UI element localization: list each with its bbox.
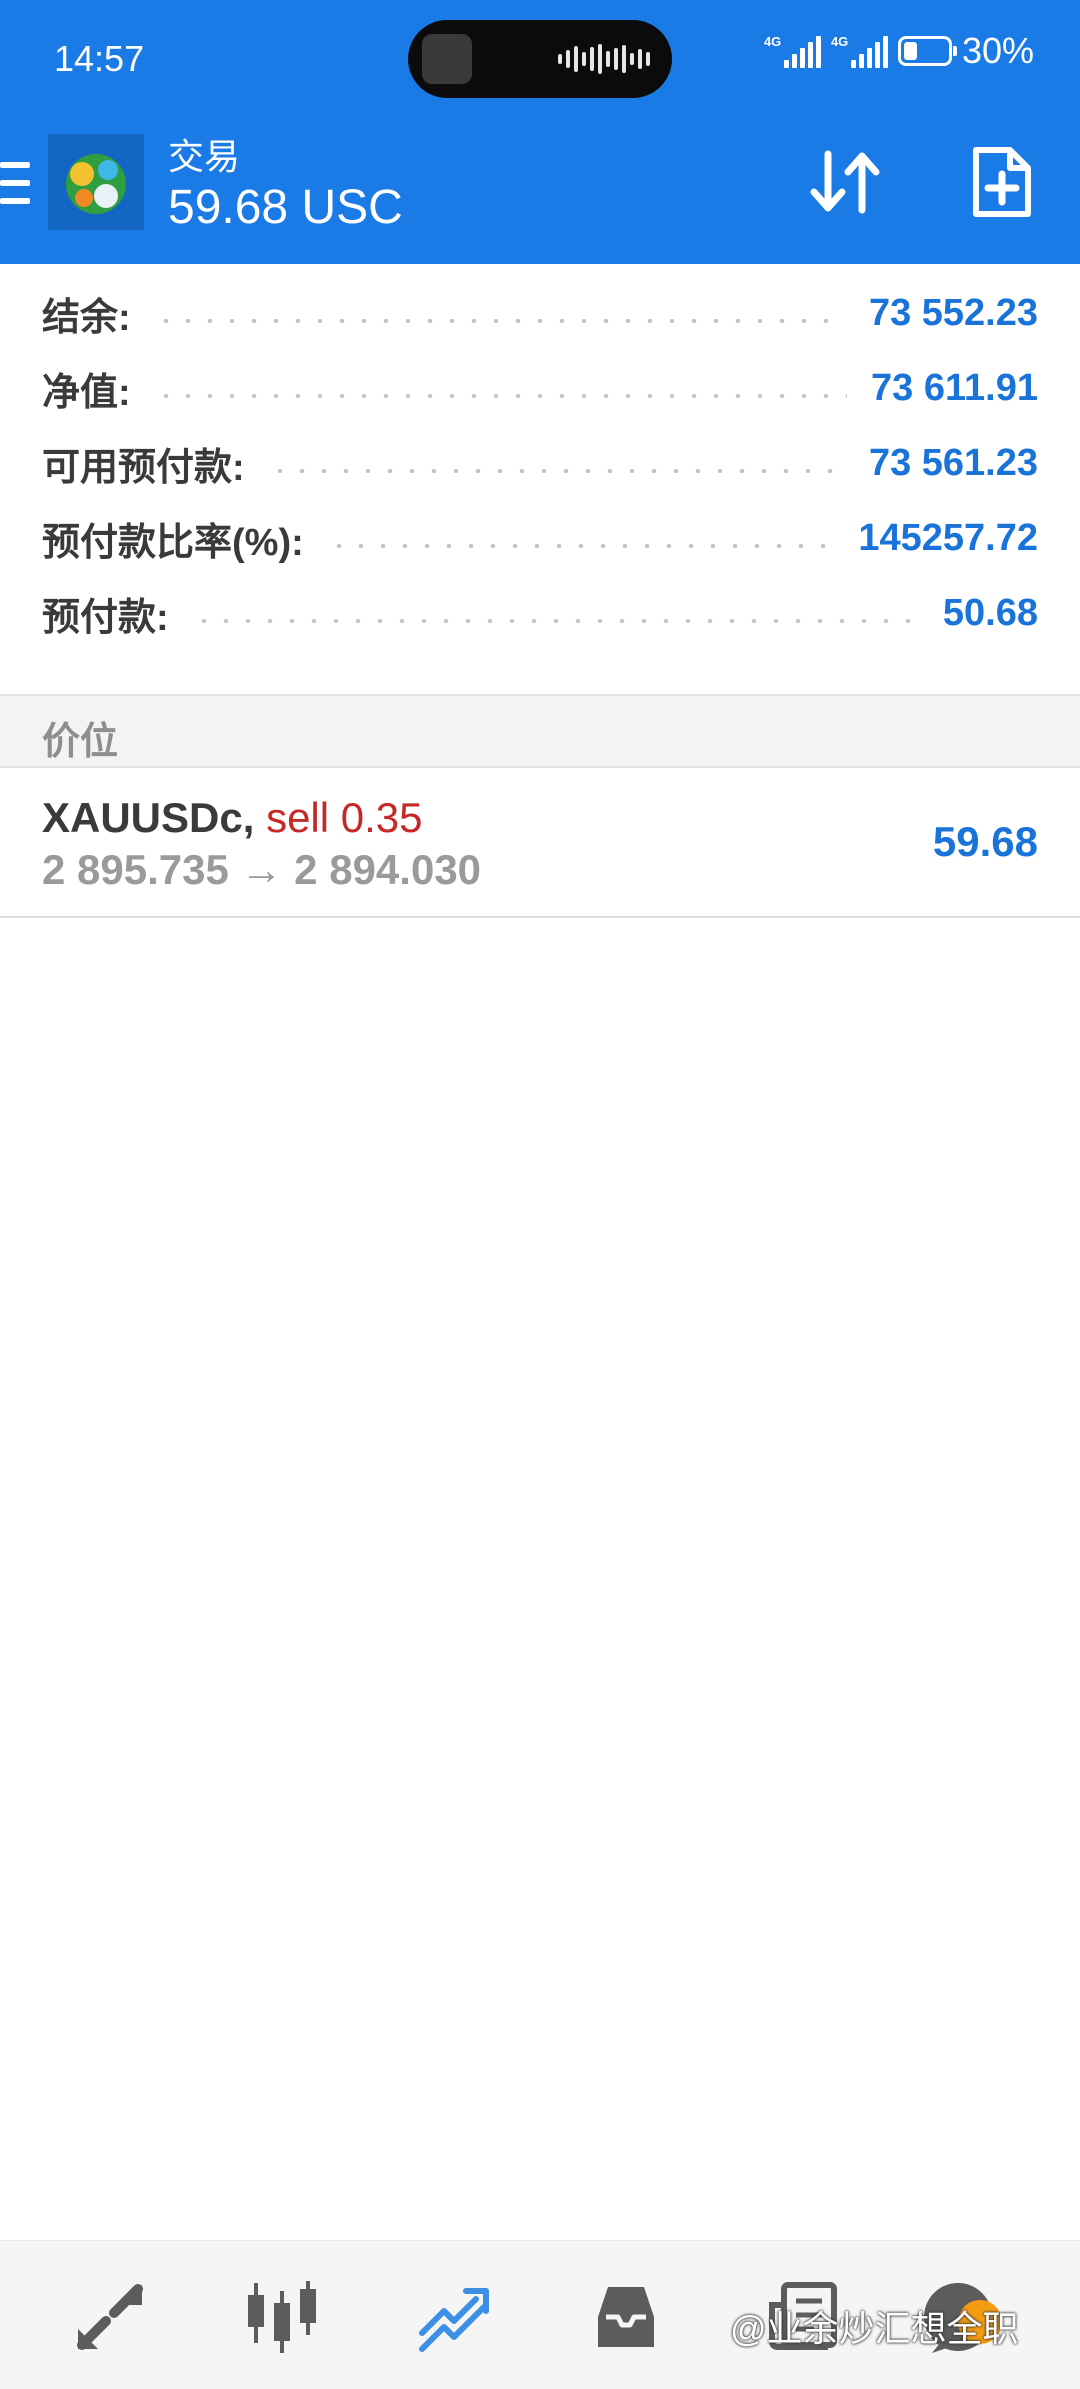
positions-section-header: 价位 [0,694,1080,768]
chart-icon [248,2281,316,2353]
summary-value: 73 561.23 [868,442,1038,484]
position-prices: 2 895.735 → 2 894.030 [42,846,482,893]
nav-chart[interactable] [242,2277,322,2357]
summary-value: 73 552.23 [868,292,1038,334]
summary-label: 预付款: [42,597,169,639]
trade-icon [419,2288,489,2352]
position-profit: 59.68 [932,818,1038,865]
signal-icon: 4G [764,34,821,68]
dot-leader [154,318,845,323]
app-logo [48,134,144,230]
menu-icon[interactable] [0,162,30,206]
app-header: 14:57 4G 4G 30% 交易 59.68 USC [0,0,1080,264]
dot-leader [154,393,848,398]
signal-icon: 4G [831,34,888,68]
summary-label: 结余: [42,297,131,339]
status-time: 14:57 [54,38,145,79]
battery-icon [897,36,957,66]
position-side: sell 0.35 [266,794,423,841]
new-order-document-icon [973,147,1031,217]
summary-label: 可用预付款: [42,447,245,489]
nav-quotes[interactable] [70,2277,150,2357]
summary-row-balance: 结余: 73 552.23 [0,276,1080,351]
nav-trade[interactable] [414,2277,494,2357]
battery-percent: 30% [961,30,1034,71]
watermark-text: @业余炒汇想全职 [730,2308,1019,2349]
dot-leader [327,543,835,548]
sort-button[interactable] [804,140,888,224]
media-thumbnail [422,34,472,84]
summary-row-margin: 预付款: 50.68 [0,576,1080,651]
history-icon [598,2287,654,2347]
nav-history[interactable] [586,2277,666,2357]
header-profit: 59.68 USC [168,181,403,234]
new-order-button[interactable] [960,140,1044,224]
dynamic-island[interactable] [408,20,672,98]
summary-value: 73 611.91 [871,367,1038,409]
summary-row-free-margin: 可用预付款: 73 561.23 [0,426,1080,501]
position-title: XAUUSDc, sell 0.35 [42,794,423,842]
position-symbol: XAUUSDc, [42,794,255,841]
summary-label: 预付款比率(%): [42,522,304,564]
quotes-icon [77,2284,143,2350]
summary-value: 145257.72 [858,517,1038,559]
dot-leader [268,468,845,473]
summary-label: 净值: [42,372,131,414]
position-row[interactable]: XAUUSDc, sell 0.35 2 895.735 → 2 894.030… [0,770,1080,918]
summary-value: 50.68 [942,592,1038,634]
sort-arrows-icon [810,150,880,214]
summary-row-equity: 净值: 73 611.91 [0,351,1080,426]
audio-wave-icon [558,44,650,74]
section-title: 价位 [42,721,119,763]
summary-row-margin-level: 预付款比率(%): 145257.72 [0,501,1080,576]
account-summary: 结余: 73 552.23 净值: 73 611.91 可用预付款: 73 56… [0,276,1080,651]
status-indicators: 4G 4G 30% [764,30,1034,72]
dot-leader [192,618,919,623]
page-title: 交易 [168,136,241,177]
